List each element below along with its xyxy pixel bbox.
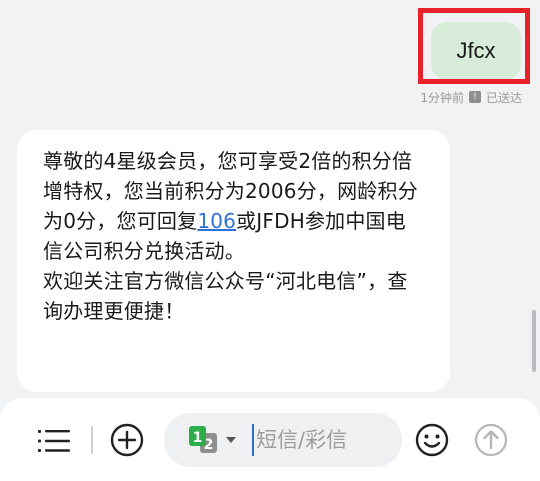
text-caret [252,424,254,456]
sim-primary-number: 1 [193,430,203,446]
received-message-bubble[interactable]: 尊敬的4星级会员，您可享受2倍的积分倍增特权，您当前积分为2006分，网龄积分为… [17,130,450,392]
arrow-up-circle-icon[interactable] [474,423,508,457]
scrollbar[interactable] [532,310,536,372]
reply-number-link[interactable]: 106 [197,209,236,233]
message-input-placeholder: 短信/彩信 [256,428,348,452]
highlight-box [418,8,530,84]
info-icon: ! [468,91,481,103]
sim-selector-icon[interactable]: 2 1 [188,425,240,455]
sent-time: 1分钟前 [420,90,464,105]
smiley-icon[interactable] [415,423,449,457]
plus-circle-icon[interactable] [110,423,144,457]
message-meta: 1分钟前 ! 已送达 [420,88,522,106]
sent-status: 已送达 [485,90,522,105]
received-message-paragraph-1: 尊敬的4星级会员，您可享受2倍的积分倍增特权，您当前积分为2006分，网龄积分为… [43,146,426,266]
received-message-paragraph-2: 欢迎关注官方微信公众号“河北电信”，查询办理更便捷！ [43,269,408,323]
message-thread: Jfcx 1分钟前 ! 已送达 尊敬的4星级会员，您可享受2倍的积分倍增特权，您… [0,0,540,400]
toolbar-divider [91,426,93,454]
list-menu-icon[interactable] [38,430,70,452]
